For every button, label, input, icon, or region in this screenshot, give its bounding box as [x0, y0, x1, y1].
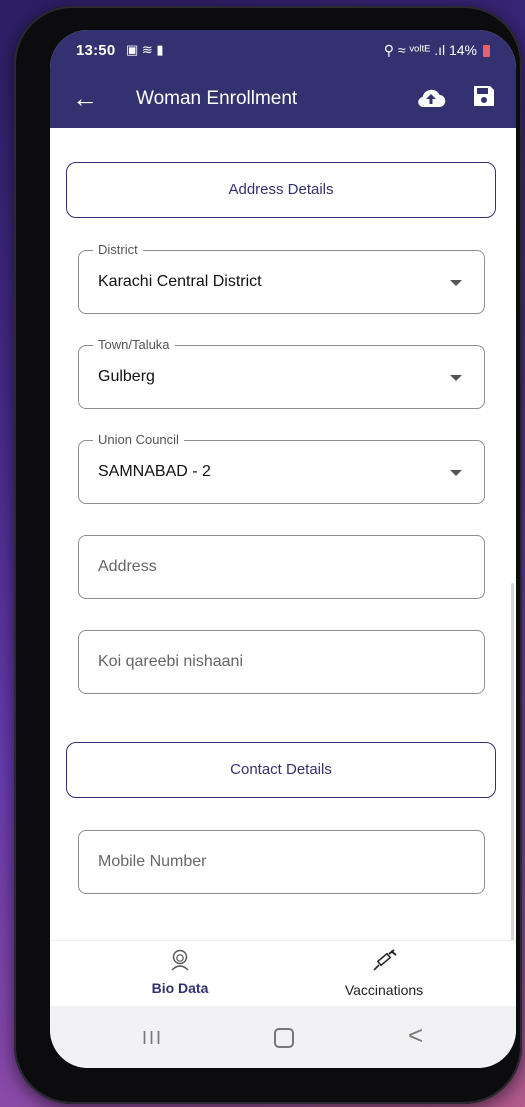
district-value: Karachi Central District [98, 273, 262, 290]
mobile-placeholder: Mobile Number [98, 853, 207, 870]
tab-vaccinations-label: Vaccinations [344, 982, 424, 998]
app-bar: ← Woman Enrollment [50, 72, 516, 128]
status-time: 13:50 [76, 42, 116, 59]
recent-apps-button[interactable]: III [142, 1028, 163, 1049]
save-icon[interactable] [472, 84, 496, 108]
town-label: Town/Taluka [93, 337, 175, 352]
chevron-down-icon [450, 470, 462, 476]
page-title: Woman Enrollment [136, 88, 298, 109]
battery-icon [483, 44, 490, 57]
cloud-upload-icon[interactable] [416, 86, 446, 110]
screen: 13:50 ▣ ≋ ▮ ⚲ ≈ ᵛᵒˡᵗᴱ .ıl 14% ← Woman En… [50, 30, 516, 1068]
union-council-label: Union Council [93, 432, 184, 447]
syringe-icon [373, 949, 397, 971]
status-right: ⚲ ≈ ᵛᵒˡᵗᴱ .ıl 14% [384, 42, 490, 59]
contact-details-button[interactable]: Contact Details [66, 742, 496, 798]
address-input[interactable]: Address [78, 535, 485, 599]
system-back-button[interactable]: < [408, 1020, 423, 1051]
address-placeholder: Address [98, 558, 157, 575]
scrollbar[interactable] [511, 583, 514, 940]
status-indicators: ⚲ ≈ ᵛᵒˡᵗᴱ .ıl 14% [383, 42, 477, 58]
landmark-input[interactable]: Koi qareebi nishaani [78, 630, 485, 694]
home-button[interactable] [274, 1028, 294, 1048]
tab-bio-data-label: Bio Data [151, 980, 209, 996]
back-arrow-icon[interactable]: ← [72, 82, 98, 114]
status-bar: 13:50 ▣ ≋ ▮ ⚲ ≈ ᵛᵒˡᵗᴱ .ıl 14% [50, 30, 516, 72]
chevron-down-icon [450, 280, 462, 286]
notification-icons: ▣ ≋ ▮ [126, 42, 164, 57]
district-label: District [93, 242, 143, 257]
tab-bio-data[interactable]: Bio Data [100, 949, 260, 996]
woman-icon [171, 949, 189, 971]
union-council-dropdown[interactable]: Union Council SAMNABAD - 2 [78, 432, 485, 504]
bottom-navigation: Bio Data Vaccinations [50, 940, 516, 1007]
chevron-down-icon [450, 375, 462, 381]
system-navigation-bar: III < [50, 1006, 516, 1068]
union-council-value: SAMNABAD - 2 [98, 463, 211, 480]
tab-vaccinations[interactable]: Vaccinations [304, 949, 464, 998]
mobile-number-input[interactable]: Mobile Number [78, 830, 485, 894]
town-dropdown[interactable]: Town/Taluka Gulberg [78, 337, 485, 409]
phone-frame: 13:50 ▣ ≋ ▮ ⚲ ≈ ᵛᵒˡᵗᴱ .ıl 14% ← Woman En… [14, 6, 522, 1104]
address-details-button[interactable]: Address Details [66, 162, 496, 218]
landmark-placeholder: Koi qareebi nishaani [98, 653, 243, 670]
form-content: Address Details District Karachi Central… [50, 128, 516, 940]
district-dropdown[interactable]: District Karachi Central District [78, 242, 485, 314]
town-value: Gulberg [98, 368, 155, 385]
